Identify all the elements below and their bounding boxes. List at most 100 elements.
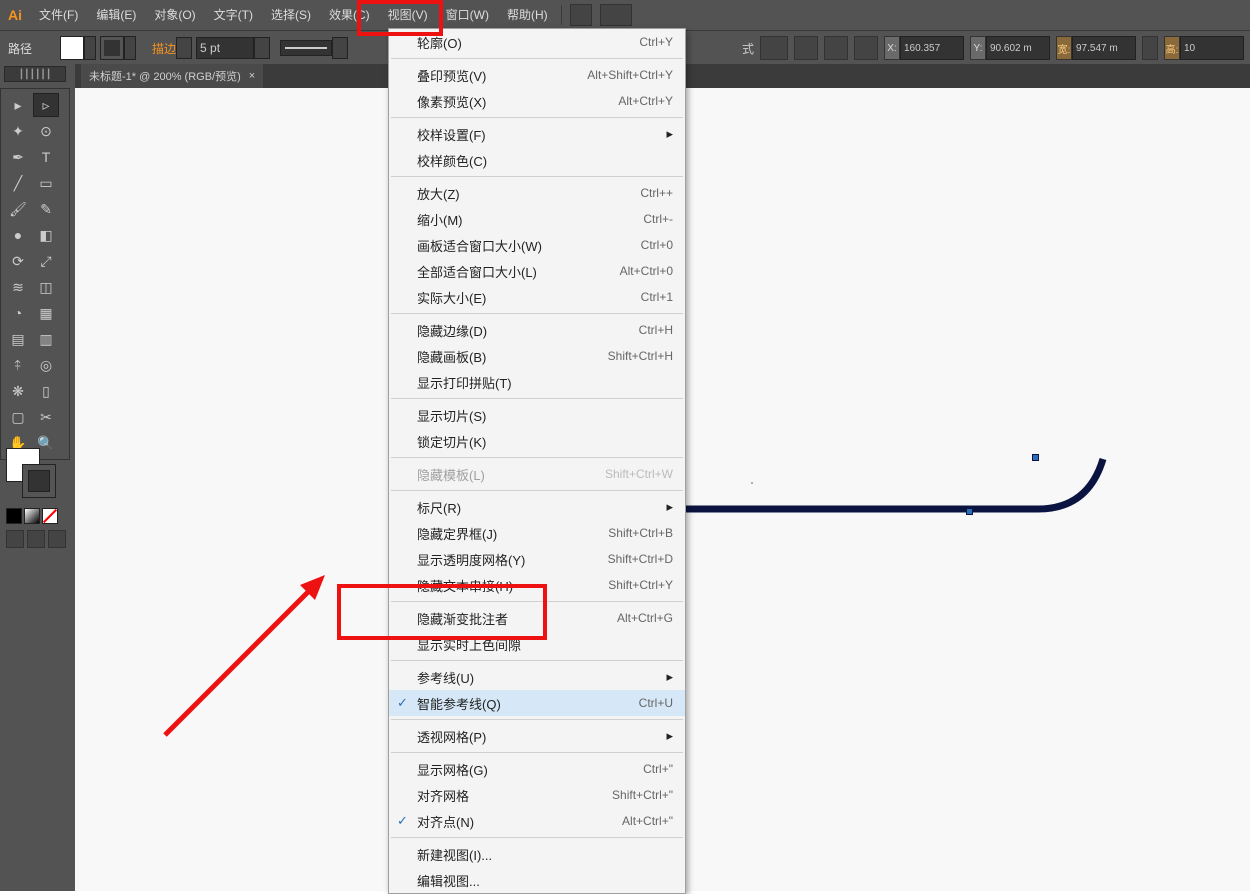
menu-view[interactable]: 视图(V) <box>379 0 437 30</box>
fill-swatch-dropdown[interactable] <box>84 36 96 60</box>
h-input[interactable]: 10 <box>1180 36 1244 60</box>
menu-item[interactable]: 像素预览(X)Alt+Ctrl+Y <box>389 88 685 114</box>
line-tool[interactable]: ╱ <box>5 171 31 195</box>
menu-item[interactable]: 编辑视图... <box>389 867 685 893</box>
menu-window[interactable]: 窗口(W) <box>437 0 498 30</box>
screen-mode-2-icon[interactable] <box>27 530 45 548</box>
menu-edit[interactable]: 编辑(E) <box>87 0 145 30</box>
menu-item[interactable]: 透视网格(P)▸ <box>389 723 685 749</box>
menu-item[interactable]: 画板适合窗口大小(W)Ctrl+0 <box>389 232 685 258</box>
mesh-tool[interactable]: ▤ <box>5 327 31 351</box>
workspace-switcher-icon[interactable] <box>600 4 632 26</box>
artboard-tool[interactable]: ▢ <box>5 405 31 429</box>
menu-item[interactable]: 隐藏文本串接(H)Shift+Ctrl+Y <box>389 572 685 598</box>
column-graph-tool[interactable]: ▯ <box>33 379 59 403</box>
screen-mode-3-icon[interactable] <box>48 530 66 548</box>
fill-swatch[interactable] <box>60 36 84 60</box>
menu-item[interactable]: 标尺(R)▸ <box>389 494 685 520</box>
menu-item[interactable]: 实际大小(E)Ctrl+1 <box>389 284 685 310</box>
menu-item[interactable]: 显示网格(G)Ctrl+" <box>389 756 685 782</box>
recolor-icon[interactable] <box>794 36 818 60</box>
menu-object[interactable]: 对象(O) <box>145 0 204 30</box>
selection-tool[interactable]: ▸ <box>5 93 31 117</box>
scale-tool[interactable]: ⤢ <box>33 249 59 273</box>
magic-wand-tool[interactable]: ✦ <box>5 119 31 143</box>
width-tool[interactable]: ≋ <box>5 275 31 299</box>
menu-item[interactable]: 校样颜色(C) <box>389 147 685 173</box>
menu-item[interactable]: 隐藏定界框(J)Shift+Ctrl+B <box>389 520 685 546</box>
slice-tool[interactable]: ✂ <box>33 405 59 429</box>
type-tool[interactable]: T <box>33 145 59 169</box>
menu-item[interactable]: 隐藏边缘(D)Ctrl+H <box>389 317 685 343</box>
color-none-icon[interactable] <box>42 508 58 524</box>
transform-icon[interactable] <box>854 36 878 60</box>
path-anchor[interactable] <box>1032 454 1039 461</box>
menu-item[interactable]: 轮廓(O)Ctrl+Y <box>389 29 685 55</box>
menu-help[interactable]: 帮助(H) <box>498 0 557 30</box>
document-tab[interactable]: 未标题-1* @ 200% (RGB/预览) × <box>81 64 263 88</box>
eraser-tool[interactable]: ◧ <box>33 223 59 247</box>
stroke-profile[interactable] <box>280 40 332 56</box>
menu-item[interactable]: 显示切片(S) <box>389 402 685 428</box>
menu-item[interactable]: 参考线(U)▸ <box>389 664 685 690</box>
menu-item[interactable]: 缩小(M)Ctrl+- <box>389 206 685 232</box>
stroke-weight-field[interactable]: 5 pt <box>196 37 254 59</box>
stroke-swatch[interactable] <box>100 36 124 60</box>
paintbrush-tool[interactable]: 🖌 <box>5 197 31 221</box>
menu-item[interactable]: 全部适合窗口大小(L)Alt+Ctrl+0 <box>389 258 685 284</box>
canvas-path[interactable] <box>678 449 1118 529</box>
symbol-sprayer-tool[interactable]: ❋ <box>5 379 31 403</box>
panel-tab[interactable]: ┃┃┃┃┃┃ <box>4 66 66 82</box>
link-wh-icon[interactable] <box>1142 36 1158 60</box>
menu-item[interactable]: 叠印预览(V)Alt+Shift+Ctrl+Y <box>389 62 685 88</box>
menu-item-smart-guides[interactable]: ✓智能参考线(Q)Ctrl+U <box>389 690 685 716</box>
shape-builder-tool[interactable]: ◔ <box>5 301 31 325</box>
menu-item[interactable]: 校样设置(F)▸ <box>389 121 685 147</box>
gradient-tool[interactable]: ▥ <box>33 327 59 351</box>
menu-item-shortcut: Ctrl+- <box>643 212 673 226</box>
rectangle-tool[interactable]: ▭ <box>33 171 59 195</box>
rotate-tool[interactable]: ⟳ <box>5 249 31 273</box>
color-gradient-icon[interactable] <box>24 508 40 524</box>
stroke-profile-dropdown[interactable] <box>332 37 348 59</box>
close-icon[interactable]: × <box>249 70 255 82</box>
direct-selection-tool[interactable]: ▹ <box>33 93 59 117</box>
free-transform-tool[interactable]: ◫ <box>33 275 59 299</box>
menu-item[interactable]: 隐藏渐变批注者Alt+Ctrl+G <box>389 605 685 631</box>
stroke-swatch-dropdown[interactable] <box>124 36 136 60</box>
menu-item[interactable]: 锁定切片(K) <box>389 428 685 454</box>
menu-effect[interactable]: 效果(C) <box>320 0 379 30</box>
stroke-weight-dropdown[interactable] <box>254 37 270 59</box>
screen-mode-1-icon[interactable] <box>6 530 24 548</box>
menu-item[interactable]: 对齐网格Shift+Ctrl+" <box>389 782 685 808</box>
menu-item[interactable]: 显示实时上色间隙 <box>389 631 685 657</box>
pencil-tool[interactable]: ✎ <box>33 197 59 221</box>
menu-item[interactable]: 新建视图(I)... <box>389 841 685 867</box>
stroke-spinner[interactable] <box>176 37 192 59</box>
stroke-box[interactable] <box>22 464 56 498</box>
fill-stroke-control[interactable] <box>6 448 54 496</box>
menu-item[interactable]: 显示透明度网格(Y)Shift+Ctrl+D <box>389 546 685 572</box>
menu-item[interactable]: 隐藏画板(B)Shift+Ctrl+H <box>389 343 685 369</box>
blend-tool[interactable]: ◎ <box>33 353 59 377</box>
y-input[interactable]: 90.602 m <box>986 36 1050 60</box>
menu-select[interactable]: 选择(S) <box>262 0 320 30</box>
perspective-grid-tool[interactable]: ▦ <box>33 301 59 325</box>
menu-file[interactable]: 文件(F) <box>30 0 87 30</box>
style-dropdown[interactable] <box>760 36 788 60</box>
path-anchor[interactable] <box>966 508 973 515</box>
menu-type[interactable]: 文字(T) <box>205 0 262 30</box>
menu-item[interactable]: 放大(Z)Ctrl++ <box>389 180 685 206</box>
x-input[interactable]: 160.357 <box>900 36 964 60</box>
menu-item[interactable]: 显示打印拼贴(T) <box>389 369 685 395</box>
top-menubar: Ai 文件(F) 编辑(E) 对象(O) 文字(T) 选择(S) 效果(C) 视… <box>0 0 1250 30</box>
blob-brush-tool[interactable]: ● <box>5 223 31 247</box>
w-input[interactable]: 97.547 m <box>1072 36 1136 60</box>
color-solid-icon[interactable] <box>6 508 22 524</box>
eyedropper-tool[interactable]: ⤉ <box>5 353 31 377</box>
align-icon[interactable] <box>824 36 848 60</box>
layout-icon[interactable] <box>570 4 592 26</box>
menu-item[interactable]: ✓对齐点(N)Alt+Ctrl+" <box>389 808 685 834</box>
pen-tool[interactable]: ✒ <box>5 145 31 169</box>
lasso-tool[interactable]: ⊙ <box>33 119 59 143</box>
